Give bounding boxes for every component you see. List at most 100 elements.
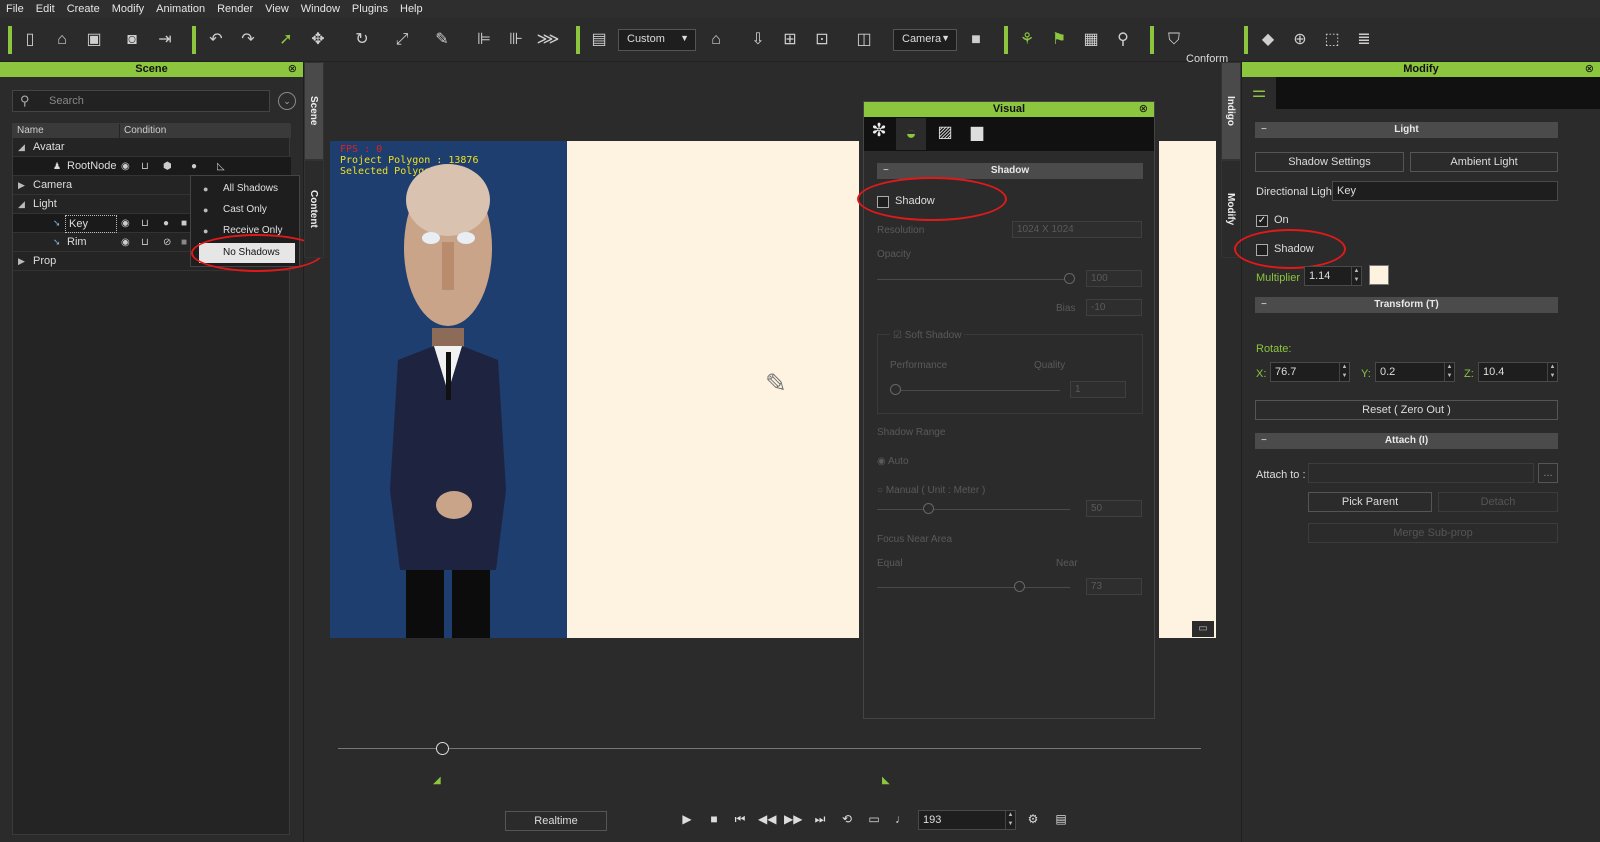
home-icon[interactable]: ⌂ xyxy=(704,28,728,52)
select-arrow-icon[interactable]: ➚ xyxy=(274,28,298,52)
link-icon[interactable]: ⚲ xyxy=(1111,28,1135,52)
tree-row-rootnode[interactable]: ♟ RootNode ◉ ⊔ ⬢ ● ◺ xyxy=(13,157,291,176)
rotate-y-field[interactable]: 0.2 ▲ ▼ xyxy=(1375,362,1455,382)
timeline-playhead[interactable] xyxy=(436,742,449,755)
scene-search-input[interactable]: Search xyxy=(12,90,270,112)
light-gizmo-icon[interactable]: ✎ xyxy=(765,368,787,399)
menu-edit[interactable]: Edit xyxy=(30,3,61,15)
focus-slider-knob[interactable] xyxy=(1014,581,1025,592)
attach-to-field[interactable] xyxy=(1308,463,1534,483)
collapse-icon[interactable]: ◢ xyxy=(18,138,25,157)
rotate-x-field[interactable]: 76.7 ▲ ▼ xyxy=(1270,362,1350,382)
spinner-icon[interactable]: ▲ ▼ xyxy=(1444,363,1454,381)
tab-layers-icon[interactable]: ▆ xyxy=(962,122,992,150)
video-camera-icon[interactable]: ■ xyxy=(964,28,988,52)
tab-scene[interactable]: Scene xyxy=(304,62,324,160)
sliders-icon[interactable]: ≣ xyxy=(1352,28,1376,52)
settings-gear-icon[interactable]: ⚙ xyxy=(1024,812,1042,826)
transform-section-header[interactable]: − Transform (T) xyxy=(1255,297,1558,313)
board-icon[interactable]: ▦ xyxy=(1079,28,1103,52)
fit-icon[interactable]: ⇩ xyxy=(746,28,770,52)
close-icon[interactable]: ⊗ xyxy=(1139,102,1148,117)
auto-radio[interactable]: ◉ Auto xyxy=(877,456,909,467)
multiplier-field[interactable]: 1.14 ▲ ▼ xyxy=(1304,266,1362,286)
attach-section-header[interactable]: − Attach (I) xyxy=(1255,433,1558,449)
timeline-track[interactable] xyxy=(338,748,1201,749)
timeline-icon[interactable]: ▤ xyxy=(1052,812,1070,826)
menu-modify[interactable]: Modify xyxy=(106,3,150,15)
range-start-marker-icon[interactable]: ◢ xyxy=(433,775,441,786)
focus-slider[interactable] xyxy=(877,587,1070,588)
redo-icon[interactable]: ↷ xyxy=(236,28,260,52)
scale-icon[interactable]: ⤢ xyxy=(390,28,414,52)
attach-browse-button[interactable]: ... xyxy=(1538,463,1558,483)
align-icon[interactable]: ⊫ xyxy=(472,28,496,52)
stop-icon[interactable]: ■ xyxy=(705,812,723,826)
rotate-z-field[interactable]: 10.4 ▲ ▼ xyxy=(1478,362,1558,382)
conform-icon[interactable]: ⛉ xyxy=(1162,28,1186,52)
realtime-button[interactable]: Realtime xyxy=(505,811,607,831)
music-note-icon[interactable]: ♩ xyxy=(892,812,910,826)
menu-create[interactable]: Create xyxy=(61,3,106,15)
ambient-light-button[interactable]: Ambient Light xyxy=(1410,152,1558,172)
menu-item-all-shadows[interactable]: ● All Shadows xyxy=(191,179,299,199)
first-frame-icon[interactable]: ⏮ xyxy=(731,812,749,827)
collapse-icon[interactable]: ◢ xyxy=(18,195,25,214)
viewport-background-cream[interactable] xyxy=(567,141,859,638)
menu-view[interactable]: View xyxy=(259,3,295,15)
render-preview-icon[interactable]: ◙ xyxy=(120,28,144,52)
pick-parent-button[interactable]: Pick Parent xyxy=(1308,492,1432,512)
viewport-info-icon[interactable]: ▭ xyxy=(1192,621,1214,637)
light-section-header[interactable]: − Light xyxy=(1255,122,1558,138)
viewport-background-cream-right[interactable] xyxy=(1159,141,1216,638)
opacity-slider[interactable] xyxy=(877,279,1070,280)
light-color-swatch[interactable] xyxy=(1369,265,1389,285)
tree-row-avatar[interactable]: ◢ Avatar xyxy=(13,138,291,157)
tab-shadow-icon[interactable]: ◒ xyxy=(896,118,926,150)
diamond-icon[interactable]: ◆ xyxy=(1256,28,1280,52)
soft-shadow-field[interactable]: 1 xyxy=(1070,381,1126,398)
edit-path-icon[interactable]: ✎ xyxy=(430,28,454,52)
distribute-icon[interactable]: ⊪ xyxy=(504,28,528,52)
tab-lighting-icon[interactable]: ✼ xyxy=(864,120,894,148)
save-icon[interactable]: ▣ xyxy=(82,28,106,52)
manual-range-field[interactable]: 50 xyxy=(1086,500,1142,517)
close-icon[interactable]: ⊗ xyxy=(288,62,297,77)
menu-item-cast-only[interactable]: ● Cast Only xyxy=(191,200,299,220)
soft-shadow-checkbox-label[interactable]: ☑ Soft Shadow xyxy=(890,330,965,341)
lashes-icon[interactable]: ⋙ xyxy=(536,28,560,52)
detach-button[interactable]: Detach xyxy=(1438,492,1558,512)
undo-icon[interactable]: ↶ xyxy=(204,28,228,52)
on-checkbox[interactable]: ✓ xyxy=(1256,215,1268,227)
spinner-icon[interactable]: ▲ ▼ xyxy=(1547,363,1557,381)
move-icon[interactable]: ✥ xyxy=(306,28,330,52)
zoom-extents-icon[interactable]: ⊞ xyxy=(778,28,802,52)
frame-number-field[interactable]: 193 ▲ ▼ xyxy=(918,810,1016,830)
menu-render[interactable]: Render xyxy=(211,3,259,15)
layout-icon[interactable]: ▤ xyxy=(587,28,611,52)
open-folder-icon[interactable]: ⌂ xyxy=(50,28,74,52)
menu-help[interactable]: Help xyxy=(394,3,429,15)
loop-icon[interactable]: ⟲ xyxy=(838,812,856,826)
range-end-marker-icon[interactable]: ◣ xyxy=(882,775,890,786)
previous-frame-icon[interactable]: ◀◀ xyxy=(758,812,776,826)
display-icon[interactable]: ◫ xyxy=(852,28,876,52)
menu-window[interactable]: Window xyxy=(295,3,346,15)
tab-content[interactable]: Content xyxy=(304,160,324,258)
last-frame-icon[interactable]: ⏭ xyxy=(811,812,829,827)
menu-file[interactable]: File xyxy=(0,3,30,15)
close-icon[interactable]: ⊗ xyxy=(1585,62,1594,77)
camera-dropdown[interactable]: Camera ▼ xyxy=(893,29,957,51)
spinner-icon[interactable]: ▲ ▼ xyxy=(1351,267,1361,285)
motion-icon[interactable]: ⚘ xyxy=(1015,28,1039,52)
import-icon[interactable]: ⬚ xyxy=(1320,28,1344,52)
tab-indigo[interactable]: Indigo xyxy=(1221,62,1241,160)
next-frame-icon[interactable]: ▶▶ xyxy=(784,812,802,826)
shadow-settings-button[interactable]: Shadow Settings xyxy=(1255,152,1404,172)
soft-shadow-slider-knob[interactable] xyxy=(890,384,901,395)
opacity-field[interactable]: 100 xyxy=(1086,270,1142,287)
flag-icon[interactable]: ⚑ xyxy=(1047,28,1071,52)
soft-shadow-slider[interactable] xyxy=(890,390,1060,391)
view-mode-dropdown[interactable]: Custom ▼ xyxy=(618,29,696,51)
merge-sub-prop-button[interactable]: Merge Sub-prop xyxy=(1308,523,1558,543)
